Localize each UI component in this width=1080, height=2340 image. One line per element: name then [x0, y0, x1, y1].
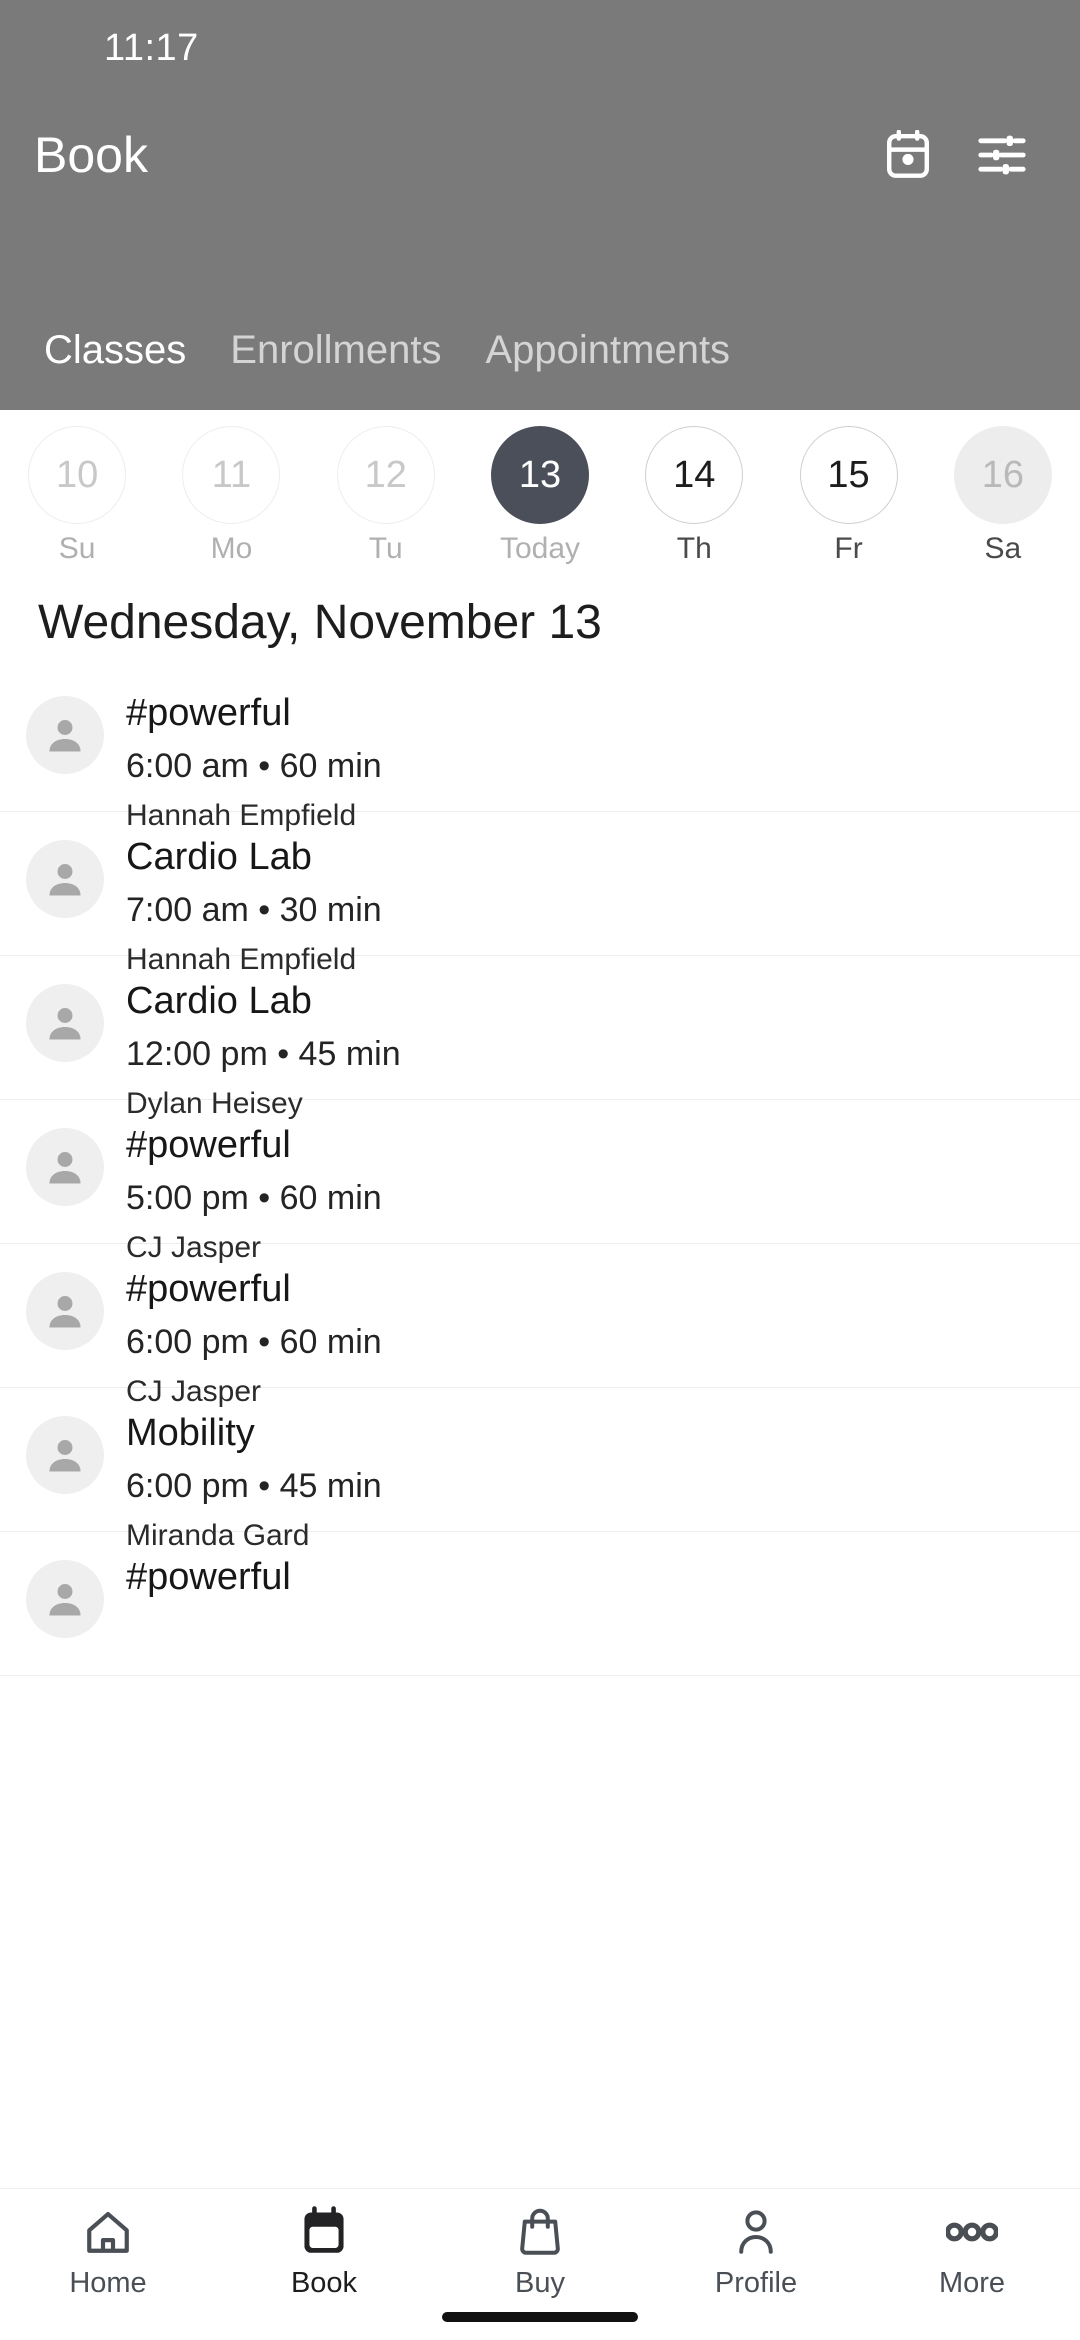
app-screen: 11:17 Book Classes Enrollments Appointme… — [0, 0, 1080, 2340]
class-time: 6:00 pm • 45 min — [126, 1467, 382, 1506]
avatar — [26, 984, 104, 1062]
class-info: #powerful 6:00 pm • 60 min CJ Jasper — [126, 1266, 382, 1413]
class-name: Cardio Lab — [126, 836, 312, 878]
class-staff: CJ Jasper — [126, 1231, 262, 1265]
table-row[interactable]: #powerful 5:00 pm • 60 min CJ Jasper — [0, 1100, 1080, 1264]
status-bar-clock: 11:17 — [104, 26, 199, 69]
date-cell-16[interactable]: 16 Sa — [926, 426, 1080, 566]
nav-label-profile: Profile — [714, 2267, 798, 2299]
class-name: #powerful — [126, 1268, 291, 1310]
page-title: Book — [34, 127, 148, 183]
avatar — [26, 1272, 104, 1350]
nav-item-profile[interactable]: Profile — [648, 2203, 864, 2300]
home-indicator — [442, 2312, 638, 2322]
class-info: #powerful — [126, 1554, 291, 1613]
class-info: #powerful 5:00 pm • 60 min CJ Jasper — [126, 1122, 382, 1269]
avatar — [26, 1560, 104, 1638]
app-header: 11:17 Book Classes Enrollments Appointme… — [0, 0, 1080, 410]
class-time: 5:00 pm • 60 min — [126, 1179, 382, 1218]
date-cell-10[interactable]: 10 Su — [0, 426, 154, 566]
class-info: #powerful 6:00 am • 60 min Hannah Empfie… — [126, 690, 382, 837]
table-row[interactable]: Cardio Lab 12:00 pm • 45 min Dylan Heise… — [0, 956, 1080, 1120]
class-name: #powerful — [126, 1556, 291, 1598]
app-bar: Book — [0, 96, 1080, 214]
date-weekday: Mo — [210, 532, 253, 565]
date-cell-12[interactable]: 12 Tu — [309, 426, 463, 566]
date-number[interactable]: 16 — [953, 426, 1052, 524]
nav-item-more[interactable]: More — [864, 2203, 1080, 2300]
home-icon — [83, 2203, 133, 2261]
class-staff: Hannah Empfield — [126, 943, 357, 977]
bottom-navigation: Home Book Buy Profile More — [0, 2188, 1080, 2340]
date-number[interactable]: 13 — [490, 426, 589, 524]
nav-item-buy[interactable]: Buy — [432, 2203, 648, 2300]
dots-icon — [946, 2203, 998, 2261]
class-name: Mobility — [126, 1412, 255, 1454]
class-time: 12:00 pm • 45 min — [126, 1035, 401, 1074]
class-info: Mobility 6:00 pm • 45 min Miranda Gard — [126, 1410, 382, 1557]
person-icon — [732, 2203, 780, 2261]
class-info: Cardio Lab 12:00 pm • 45 min Dylan Heise… — [126, 978, 401, 1125]
date-weekday: Sa — [984, 532, 1022, 565]
table-row[interactable]: Cardio Lab 7:00 am • 30 min Hannah Empfi… — [0, 812, 1080, 976]
tab-appointments[interactable]: Appointments — [463, 328, 752, 373]
class-name: #powerful — [126, 692, 291, 734]
avatar — [26, 1416, 104, 1494]
tab-classes[interactable]: Classes — [22, 328, 208, 373]
class-staff: Hannah Empfield — [126, 799, 357, 833]
calendar-icon — [299, 2203, 349, 2261]
date-cell-14[interactable]: 14 Th — [617, 426, 771, 566]
date-number[interactable]: 12 — [336, 426, 435, 524]
date-cell-15[interactable]: 15 Fr — [771, 426, 925, 566]
date-number[interactable]: 15 — [799, 426, 898, 524]
nav-label-home: Home — [69, 2267, 147, 2299]
tab-enrollments[interactable]: Enrollments — [208, 328, 463, 373]
date-weekday: Tu — [368, 532, 403, 565]
class-staff: CJ Jasper — [126, 1375, 262, 1409]
date-number[interactable]: 11 — [182, 426, 281, 524]
avatar — [26, 696, 104, 774]
table-row[interactable]: #powerful 6:00 am • 60 min Hannah Empfie… — [0, 668, 1080, 832]
date-weekday: Today — [499, 532, 581, 565]
calendar-icon[interactable] — [880, 127, 936, 183]
table-row[interactable]: #powerful 6:00 pm • 60 min CJ Jasper — [0, 1244, 1080, 1408]
class-time: 6:00 am • 60 min — [126, 747, 382, 786]
class-name: #powerful — [126, 1124, 291, 1166]
class-name: Cardio Lab — [126, 980, 312, 1022]
class-info: Cardio Lab 7:00 am • 30 min Hannah Empfi… — [126, 834, 382, 981]
nav-item-home[interactable]: Home — [0, 2203, 216, 2300]
class-time: 7:00 am • 30 min — [126, 891, 382, 930]
header-tabs: Classes Enrollments Appointments — [0, 290, 1080, 410]
class-staff: Miranda Gard — [126, 1519, 310, 1553]
date-number[interactable]: 14 — [645, 426, 744, 524]
date-strip[interactable]: 10 Su 11 Mo 12 Tu 13 Today 14 Th 15 Fr 1… — [0, 410, 1080, 570]
class-list[interactable]: #powerful 6:00 am • 60 min Hannah Empfie… — [0, 668, 1080, 2188]
avatar — [26, 840, 104, 918]
date-number[interactable]: 10 — [28, 426, 127, 524]
nav-label-book: Book — [290, 2267, 358, 2299]
date-weekday: Su — [58, 532, 96, 565]
date-cell-13-selected[interactable]: 13 Today — [463, 426, 617, 566]
filter-icon[interactable] — [974, 127, 1030, 183]
date-weekday: Fr — [834, 532, 863, 565]
bag-icon — [516, 2203, 564, 2261]
date-weekday: Th — [676, 532, 712, 565]
status-bar: 11:17 — [0, 0, 1080, 96]
date-cell-11[interactable]: 11 Mo — [154, 426, 308, 566]
selected-date-heading: Wednesday, November 13 — [38, 596, 602, 649]
app-bar-actions — [880, 127, 1046, 183]
table-row[interactable]: Mobility 6:00 pm • 45 min Miranda Gard — [0, 1388, 1080, 1552]
table-row[interactable]: #powerful — [0, 1532, 1080, 1676]
avatar — [26, 1128, 104, 1206]
nav-label-more: More — [938, 2267, 1006, 2299]
nav-item-book[interactable]: Book — [216, 2203, 432, 2300]
class-time: 6:00 pm • 60 min — [126, 1323, 382, 1362]
nav-label-buy: Buy — [515, 2267, 565, 2299]
class-staff: Dylan Heisey — [126, 1087, 303, 1121]
